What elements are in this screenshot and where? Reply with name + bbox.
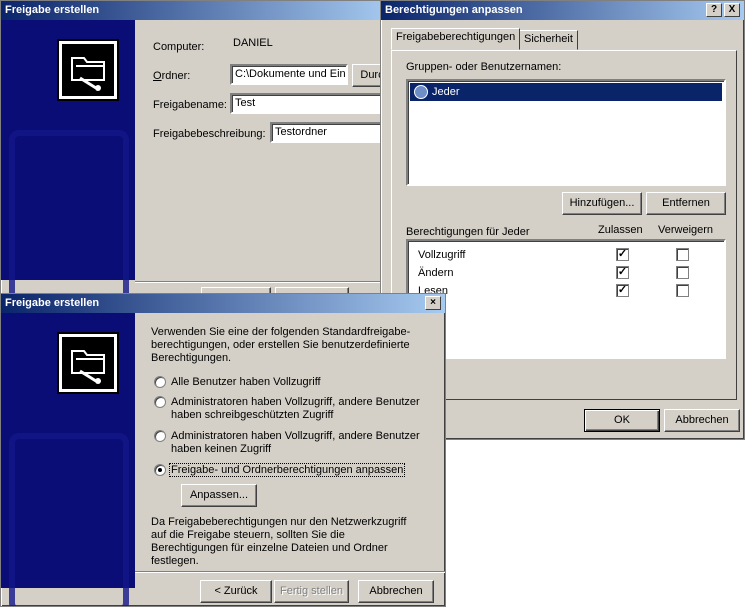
wizard-sidebar	[1, 20, 135, 299]
cancel-button[interactable]: Abbrechen	[664, 409, 740, 432]
wizard-front-titlebar[interactable]: Freigabe erstellen ×	[1, 294, 445, 313]
groups-list[interactable]: Jeder	[406, 79, 726, 186]
wizard-window-front: Freigabe erstellen × Verwenden Sie eine …	[0, 293, 446, 607]
wizard-back-titlebar[interactable]: Freigabe erstellen	[1, 1, 391, 20]
computer-watermark-icon	[9, 130, 129, 299]
add-button[interactable]: Hinzufügen...	[562, 192, 642, 215]
remove-button[interactable]: Entfernen	[646, 192, 726, 215]
radio-admin-noaccess[interactable]	[154, 430, 166, 442]
tab-freigabeberechtigungen[interactable]: Freigabeberechtigungen	[391, 28, 521, 50]
shared-folder-icon	[57, 39, 119, 101]
close-button[interactable]: X	[724, 3, 740, 17]
shared-folder-icon	[57, 332, 119, 394]
tab-sicherheit[interactable]: Sicherheit	[519, 30, 578, 50]
ok-button[interactable]: OK	[584, 409, 660, 432]
ordner-label: Ordner:	[153, 70, 191, 82]
group-name: Jeder	[432, 86, 460, 98]
intro-text: Verwenden Sie eine der folgenden Standar…	[151, 326, 411, 364]
list-item[interactable]: Jeder	[410, 83, 722, 101]
option-label-all-full[interactable]: Alle Benutzer haben Vollzugriff	[171, 376, 321, 388]
close-button[interactable]: ×	[425, 296, 441, 310]
radio-customize[interactable]	[154, 464, 166, 476]
customize-button[interactable]: Anpassen...	[181, 484, 257, 507]
wizard-sidebar	[1, 313, 135, 606]
window-title: Freigabe erstellen	[5, 297, 100, 309]
permissions-list: Vollzugriff ✓ Ändern ✓ Lesen ✓	[406, 239, 726, 359]
perm-name-vollzugriff: Vollzugriff	[418, 249, 466, 261]
deny-checkbox-lesen[interactable]	[676, 284, 689, 297]
beschreibung-label: Freigabebeschreibung:	[153, 128, 266, 140]
beschreibung-field[interactable]: Testordner	[270, 122, 390, 143]
help-button[interactable]: ?	[706, 3, 722, 17]
wizard-window-back: Freigabe erstellen Computer: DANIEL Ordn…	[0, 0, 392, 300]
perm-name-aendern: Ändern	[418, 267, 454, 279]
window-title: Berechtigungen anpassen	[385, 4, 523, 16]
cancel-button[interactable]: Abbrechen	[358, 580, 434, 603]
allow-header: Zulassen	[598, 224, 643, 236]
tab-strip: Freigabeberechtigungen Sicherheit	[391, 28, 691, 50]
option-label-customize[interactable]: Freigabe- und Ordnerberechtigungen anpas…	[169, 463, 406, 477]
deny-checkbox-vollzugriff[interactable]	[676, 248, 689, 261]
permissions-titlebar[interactable]: Berechtigungen anpassen ? X	[381, 1, 744, 20]
freigabename-label: Freigabename:	[153, 99, 227, 111]
deny-checkbox-aendern[interactable]	[676, 266, 689, 279]
ordner-field[interactable]: C:\Dokumente und Ein	[230, 64, 348, 85]
freigabename-field[interactable]: Test	[230, 93, 390, 114]
allow-checkbox-aendern[interactable]: ✓	[616, 266, 629, 279]
bottom-separator	[135, 281, 391, 283]
option-label-admin-noaccess[interactable]: Administratoren haben Vollzugriff, ander…	[171, 430, 421, 456]
computer-label: Computer:	[153, 41, 205, 53]
computer-field: DANIEL	[230, 35, 385, 56]
users-icon	[414, 85, 428, 99]
permissions-header: Berechtigungen für Jeder	[406, 226, 530, 238]
allow-checkbox-lesen[interactable]: ✓	[616, 284, 629, 297]
bottom-separator	[135, 571, 445, 573]
groups-label: Gruppen- oder Benutzernamen:	[406, 61, 562, 73]
window-title: Freigabe erstellen	[5, 4, 100, 16]
deny-header: Verweigern	[658, 224, 714, 236]
back-button[interactable]: < Zurück	[200, 580, 272, 603]
radio-admin-readonly[interactable]	[154, 396, 166, 408]
note-text: Da Freigabeberechtigungen nur den Netzwe…	[151, 516, 407, 567]
computer-watermark-icon	[9, 433, 129, 606]
option-label-admin-readonly[interactable]: Administratoren haben Vollzugriff, ander…	[171, 396, 421, 422]
finish-button[interactable]: Fertig stellen	[274, 580, 349, 603]
ordner-label-rest: rdner:	[161, 70, 191, 82]
radio-all-full[interactable]	[154, 376, 166, 388]
allow-checkbox-vollzugriff[interactable]: ✓	[616, 248, 629, 261]
